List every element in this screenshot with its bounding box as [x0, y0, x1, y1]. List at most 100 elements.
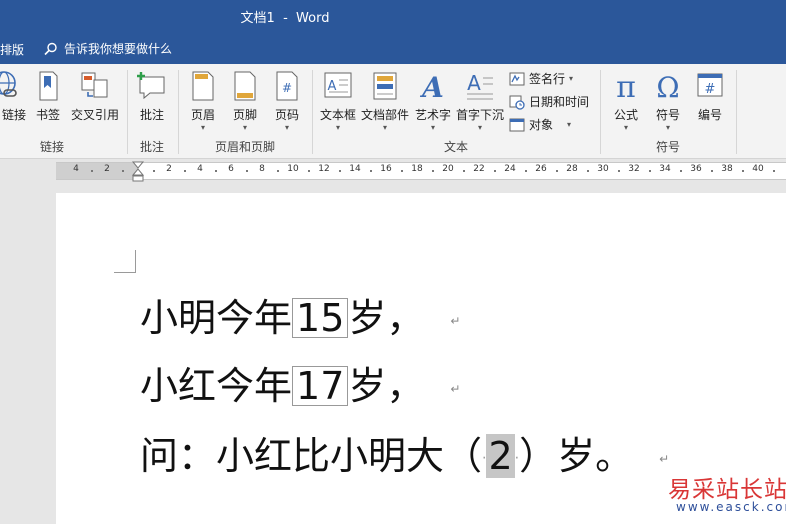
signature-icon — [509, 72, 525, 85]
ruler-tick — [772, 170, 775, 172]
ruler-tick — [307, 170, 310, 172]
date-time-button[interactable]: 日期和时间 — [509, 93, 589, 110]
cross-reference-icon — [81, 72, 108, 98]
group-divider — [600, 70, 601, 154]
ruler-number: 32 — [628, 164, 640, 174]
text-box-label: 文本框 — [319, 108, 356, 122]
wordart-label: 艺术字 — [414, 108, 451, 122]
margin-corner-mark — [114, 272, 136, 273]
ruler-tick — [524, 170, 527, 172]
ruler-tick — [586, 170, 589, 172]
tab-layout-partial[interactable]: 排版 — [0, 41, 24, 58]
group-divider — [178, 70, 179, 154]
number-button[interactable]: # 编号 — [692, 70, 728, 123]
ribbon: 链接 书签 交叉引用 链接 批注 批注 页眉 ▾ 页脚 ▾ # 页码 ▾ 页眉和… — [0, 64, 786, 159]
group-label-header-footer: 页眉和页脚 — [214, 140, 275, 154]
field-bracket-value[interactable]: 15 — [292, 298, 349, 338]
ruler-tick — [648, 170, 651, 172]
line-1-text-before: 小明今年 — [140, 296, 293, 340]
doc-line-3[interactable]: 问：小红比小明大（·2 ·）岁。 ↵ — [140, 425, 669, 480]
chevron-down-icon: ▾ — [430, 123, 435, 132]
ruler-number: 16 — [380, 164, 392, 174]
menu-bar: 排版 告诉我你想要做什么 — [0, 34, 786, 64]
line-3-text-after: ）岁。 — [519, 434, 634, 478]
ruler-number: 2 — [166, 164, 172, 174]
drop-cap-button[interactable]: A 首字下沉 ▾ — [454, 70, 506, 133]
text-box-button[interactable]: A 文本框 ▾ — [318, 70, 358, 133]
paragraph-mark: ↵ — [450, 381, 461, 396]
equation-label: 公式 — [613, 108, 638, 122]
ruler-number: 18 — [411, 164, 423, 174]
chevron-down-icon: ▾ — [284, 123, 289, 132]
number-label: 编号 — [697, 108, 722, 122]
quick-parts-label: 文档部件 — [360, 108, 409, 122]
equation-button[interactable]: π 公式 ▾ — [608, 70, 644, 133]
ruler-tick — [493, 170, 496, 172]
tell-me-box[interactable]: 告诉我你想要做什么 — [44, 40, 172, 57]
chevron-down-icon: ▾ — [477, 123, 482, 132]
ruler-tick — [555, 170, 558, 172]
cross-reference-button[interactable]: 交叉引用 — [68, 70, 122, 123]
ruler-tick — [710, 170, 713, 172]
horizontal-ruler[interactable]: 4 2 2 4 6 8 10 12 14 16 18 20 22 24 26 28 30 32 34 36 38 40 — [56, 161, 786, 183]
indent-marker-icon[interactable] — [131, 161, 145, 183]
margin-corner-mark — [135, 250, 136, 273]
ruler-number: 30 — [597, 164, 609, 174]
bookmark-button[interactable]: 书签 — [34, 70, 62, 123]
number-icon: # — [697, 73, 723, 97]
ruler-tick — [90, 170, 93, 172]
cross-reference-label: 交叉引用 — [70, 108, 119, 122]
ruler-tick — [369, 170, 372, 172]
selected-answer[interactable]: 2 — [486, 434, 515, 478]
ruler-number: 14 — [349, 164, 361, 174]
ruler-number: 26 — [535, 164, 547, 174]
signature-label: 签名行 — [529, 72, 566, 86]
bookmark-label: 书签 — [35, 108, 60, 122]
ruler-tick — [462, 170, 465, 172]
symbol-label: 符号 — [655, 108, 680, 122]
watermark-text: 易采站长站 — [668, 477, 786, 503]
chevron-down-icon: ▾ — [335, 123, 340, 132]
page-number-button[interactable]: # 页码 ▾ — [270, 70, 304, 133]
title-bar: 文档1 - Word — [0, 0, 786, 34]
ruler-tick — [431, 170, 434, 172]
page-number-icon: # — [276, 71, 298, 101]
ruler-number: 20 — [442, 164, 454, 174]
field-bracket-value[interactable]: 17 — [292, 366, 349, 406]
svg-text:#: # — [705, 82, 716, 97]
ruler-tick — [214, 170, 217, 172]
group-label-text: 文本 — [443, 140, 468, 154]
object-button[interactable]: 对象 ▾ — [509, 116, 571, 133]
line-3-text-before: 问：小红比小明大（ — [140, 434, 483, 478]
doc-line-2[interactable]: 小红今年 17 岁， ↵ — [140, 355, 460, 410]
ruler-number: 4 — [197, 164, 203, 174]
ruler-number: 24 — [504, 164, 516, 174]
footer-label: 页脚 — [232, 108, 257, 122]
object-label: 对象 — [529, 118, 554, 132]
title-separator: - — [283, 11, 288, 26]
ruler-tick — [183, 170, 186, 172]
doc-line-1[interactable]: 小明今年 15 岁， ↵ — [140, 287, 460, 342]
group-label-links: 链接 — [39, 140, 64, 154]
ruler-tick — [741, 170, 744, 172]
svg-text:π: π — [616, 70, 636, 102]
ruler-left-margin — [56, 163, 138, 179]
object-icon — [509, 118, 525, 131]
globe-link-icon — [0, 71, 17, 97]
group-label-symbols: 符号 — [655, 140, 680, 154]
quick-parts-button[interactable]: 文档部件 ▾ — [360, 70, 410, 133]
ruler-tick — [152, 170, 155, 172]
footer-icon — [234, 71, 256, 101]
window-title: 文档1 - Word — [0, 7, 570, 26]
symbol-button[interactable]: Ω 符号 ▾ — [650, 70, 686, 133]
new-comment-button[interactable]: 批注 — [134, 70, 170, 123]
footer-button[interactable]: 页脚 ▾ — [228, 70, 262, 133]
svg-text:#: # — [282, 81, 292, 95]
ruler-tick — [338, 170, 341, 172]
header-button[interactable]: 页眉 ▾ — [186, 70, 220, 133]
link-button[interactable]: 链接 — [0, 70, 26, 123]
pi-icon: π — [616, 70, 636, 102]
signature-line-button[interactable]: 签名行 ▾ — [509, 70, 573, 87]
wordart-button[interactable]: A 艺术字 ▾ — [414, 70, 452, 133]
date-time-label: 日期和时间 — [529, 95, 590, 109]
